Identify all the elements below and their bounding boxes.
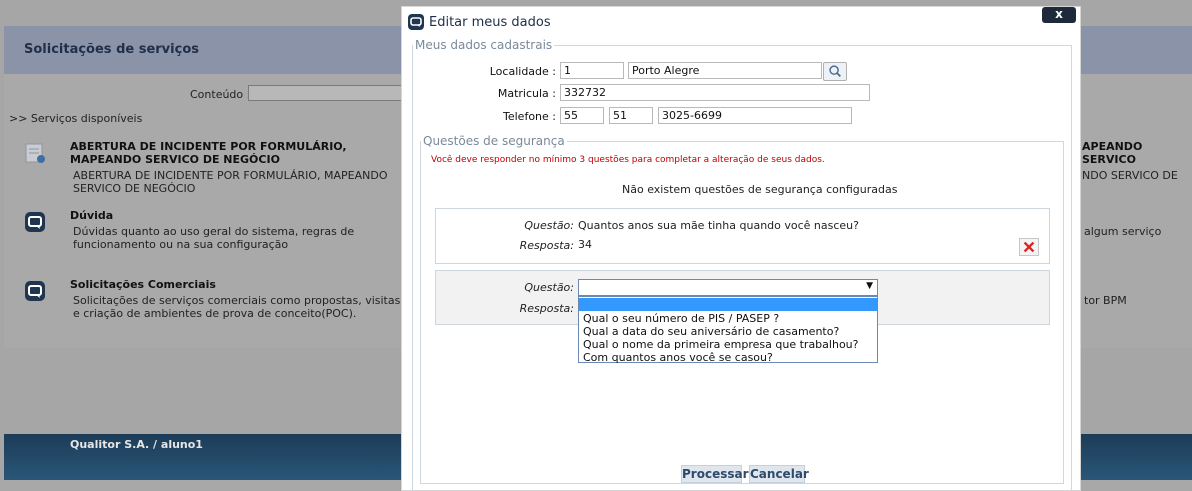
page-title: Solicitações de serviços: [24, 42, 199, 57]
service-description-fragment: tor BPM: [1084, 294, 1127, 307]
dialog-titlebar: Editar meus dados x: [402, 7, 1080, 37]
dialog-title: Editar meus dados: [429, 15, 551, 30]
service-description: ABERTURA DE INCIDENTE POR FORMULÁRIO, MA…: [73, 169, 388, 195]
close-button[interactable]: x: [1042, 7, 1076, 23]
question-option[interactable]: Com quantos anos você se casou?: [579, 351, 877, 364]
content-label: Conteúdo :: [190, 88, 251, 101]
question-options-list[interactable]: Qual o seu número de PIS / PASEP ? Qual …: [578, 296, 878, 364]
phone-number-input[interactable]: 3025-6699: [658, 107, 852, 124]
form-icon: [25, 143, 45, 163]
service-title-fragment: APEANDO SERVICO: [1082, 140, 1143, 166]
no-questions-message: Não existem questões de segurança config…: [622, 183, 898, 196]
question-label: Questão:: [524, 219, 574, 232]
content-search-input[interactable]: [248, 85, 408, 101]
process-button[interactable]: Processar: [681, 465, 749, 483]
delete-question-button[interactable]: [1019, 238, 1039, 256]
chat-icon: [25, 281, 45, 301]
service-description-fragment: NDO SERVICO DE: [1082, 169, 1178, 182]
service-title: Solicitações Comerciais: [70, 278, 216, 291]
phone-country-input[interactable]: 55: [560, 107, 604, 124]
available-services-label: >> Serviços disponíveis: [9, 112, 143, 125]
chat-icon: [25, 212, 45, 232]
delete-icon: [1023, 241, 1035, 253]
phone-label: Telefone :: [503, 110, 556, 123]
locality-search-button[interactable]: [823, 62, 847, 81]
search-icon: [829, 65, 842, 78]
question-option[interactable]: Qual a data do seu aniversário de casame…: [579, 325, 877, 338]
locality-label: Localidade :: [489, 65, 556, 78]
registration-input[interactable]: 332732: [560, 84, 870, 101]
service-description-fragment: algum serviço: [1084, 225, 1162, 238]
service-description: Solicitações de serviços comerciais como…: [73, 294, 401, 320]
service-title: ABERTURA DE INCIDENTE POR FORMULÁRIO, MA…: [70, 140, 347, 166]
personal-data-legend: Meus dados cadastrais: [415, 38, 553, 52]
phone-area-input[interactable]: 51: [609, 107, 653, 124]
answer-label: Resposta:: [519, 239, 574, 252]
cancel-button[interactable]: Cancelar: [749, 465, 809, 483]
chat-icon: [408, 14, 424, 30]
answer-label: Resposta:: [519, 302, 574, 315]
question-text: Quantos anos sua mãe tinha quando você n…: [578, 219, 859, 232]
chevron-down-icon: ▼: [866, 281, 873, 291]
footer-user-text: Qualitor S.A. / aluno1: [70, 438, 203, 451]
locality-code-input[interactable]: 1: [560, 62, 624, 79]
locality-name-input[interactable]: Porto Alegre: [628, 62, 822, 79]
answered-question-box: Questão: Quantos anos sua mãe tinha quan…: [435, 208, 1050, 264]
answer-text: 34: [578, 238, 592, 251]
close-icon: x: [1055, 7, 1063, 21]
question-label: Questão:: [524, 281, 574, 294]
question-option[interactable]: Qual o nome da primeira empresa que trab…: [579, 338, 877, 351]
question-select[interactable]: ▼: [578, 279, 878, 296]
service-description: Dúvidas quanto ao uso geral do sistema, …: [73, 225, 355, 251]
registration-label: Matricula :: [497, 87, 556, 100]
security-questions-legend: Questões de segurança: [423, 134, 565, 148]
question-option[interactable]: [579, 298, 877, 311]
edit-my-data-dialog: Editar meus dados x Meus dados cadastrai…: [401, 6, 1081, 491]
min-questions-warning: Você deve responder no mínimo 3 questões…: [431, 155, 825, 165]
service-title: Dúvida: [70, 209, 114, 222]
question-option[interactable]: Qual o seu número de PIS / PASEP ?: [579, 312, 877, 325]
question-select-value: [579, 281, 877, 294]
